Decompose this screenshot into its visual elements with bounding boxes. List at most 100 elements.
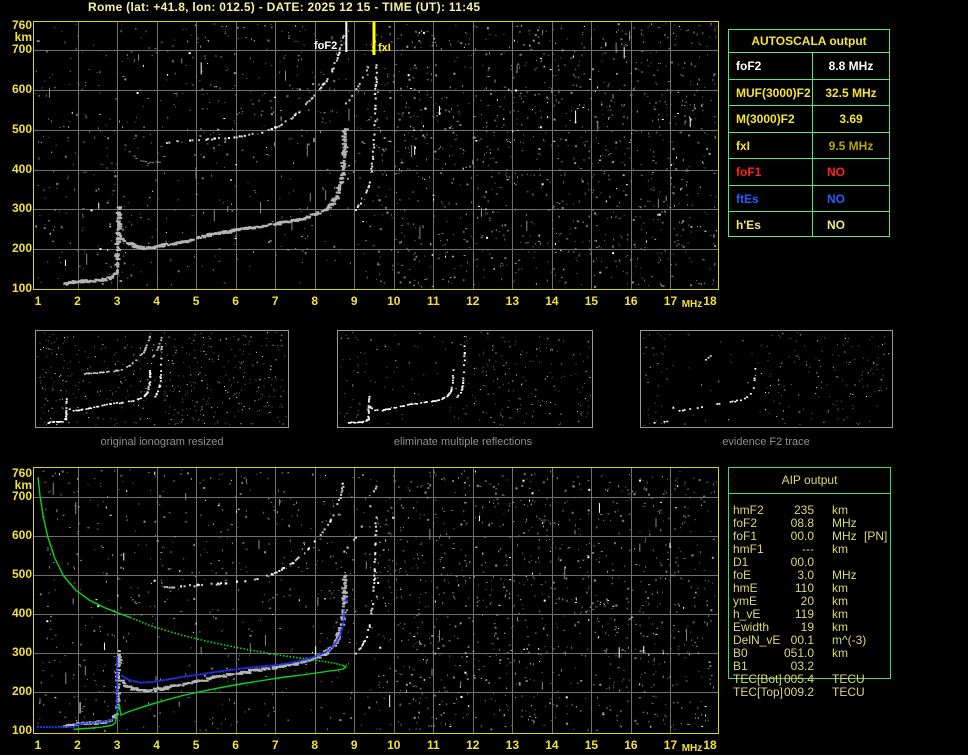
aip-row-hmF2: hmF2 235 km <box>728 503 898 517</box>
parameter-value: 005.4 <box>783 672 814 686</box>
thumbnail-multiples-removed <box>337 330 593 428</box>
height-axis-unit: km <box>14 30 32 44</box>
parameter-label: h'Es <box>736 218 761 233</box>
parameter-value: 00.0 <box>790 529 814 543</box>
freq-tick-10: 10 <box>387 738 401 752</box>
aip-row-Ewidth: Ewidth 19 km <box>728 620 898 634</box>
freq-tick-8: 8 <box>311 738 319 752</box>
parameter-label: foE <box>733 568 752 582</box>
parameter-value: NO <box>827 165 845 180</box>
height-tick-600: 600 <box>11 528 32 543</box>
freq-tick-9: 9 <box>350 294 358 308</box>
autoscala-row-MUF(3000)F2: MUF(3000)F2 32.5 MHz <box>729 79 889 106</box>
freq-tick-13: 13 <box>505 294 520 308</box>
aip-table-title: AIP output <box>781 473 838 487</box>
freq-tick-12: 12 <box>466 738 480 752</box>
table-column-divider <box>812 52 813 236</box>
parameter-value: --- <box>802 542 814 556</box>
parameter-value: 119 <box>794 607 814 621</box>
parameter-value: 19 <box>800 620 814 634</box>
autoscala-table-title: AUTOSCALA output <box>729 30 889 53</box>
parameter-unit: MHz <box>832 529 857 543</box>
autoscala-app-window: Rome (lat: +41.8, lon: 012.5) - DATE: 20… <box>0 0 968 755</box>
aip-row-h_vE: h_vE 119 km <box>728 607 898 621</box>
parameter-unit: km <box>832 646 848 660</box>
freq-tick-14: 14 <box>545 294 559 308</box>
freq-axis-unit: MHz <box>681 743 703 754</box>
parameter-unit: m^(-3) <box>832 633 867 647</box>
parameter-label: D1 <box>733 555 749 569</box>
aip-row-foF1: foF1 00.0 MHz [PN] <box>728 529 898 543</box>
parameter-label: hmF2 <box>733 503 764 517</box>
height-tick-600: 600 <box>11 81 32 96</box>
autoscala-row-M(3000)F2: M(3000)F2 3.69 <box>729 105 889 132</box>
freq-tick-4: 4 <box>153 738 160 752</box>
parameter-value: 9.5 MHz <box>828 138 874 153</box>
freq-tick-9: 9 <box>350 738 358 752</box>
freq-tick-5: 5 <box>192 738 200 752</box>
parameter-unit: km <box>832 503 848 517</box>
parameter-value: 20 <box>800 594 814 608</box>
aip-row-ymE: ymE 20 km <box>728 594 898 608</box>
ionogram-plot-bottom-with-profile <box>33 466 719 736</box>
parameter-unit: TECU <box>832 672 865 686</box>
parameter-value: 051.0 <box>783 646 814 660</box>
parameter-unit: MHz <box>832 516 857 530</box>
aip-row-DelN_vE: DelN_vE 00.1 m^(-3) <box>728 633 898 647</box>
freq-tick-3: 3 <box>113 738 121 752</box>
height-tick-300: 300 <box>11 645 32 660</box>
aip-row-hmF1: hmF1 --- km <box>728 542 898 556</box>
ionogram-plot-top <box>33 21 719 291</box>
height-tick-500: 500 <box>11 121 32 136</box>
autoscala-row-foF2: foF2 8.8 MHz <box>729 52 889 79</box>
parameter-unit: km <box>832 620 848 634</box>
aip-row-hmE: hmE 110 km <box>728 581 898 595</box>
aip-row-B1: B1 03.2 <box>728 659 898 673</box>
parameter-label: fxI <box>736 138 751 153</box>
aip-row-D1: D1 00.0 <box>728 555 898 569</box>
freq-tick-10: 10 <box>387 294 401 308</box>
freq-tick-16: 16 <box>624 738 638 752</box>
autoscala-row-ftEs: ftEs NO <box>729 185 889 212</box>
freq-tick-8: 8 <box>311 294 319 308</box>
freq-tick-7: 7 <box>271 738 279 752</box>
aip-row-foF2: foF2 08.8 MHz <box>728 516 898 530</box>
parameter-label: h_vE <box>733 607 761 621</box>
freq-tick-4: 4 <box>153 294 160 308</box>
aip-header-divider <box>729 493 890 494</box>
height-tick-200: 200 <box>11 241 32 256</box>
freq-tick-15: 15 <box>584 738 599 752</box>
aip-row-TEC[Bot]: TEC[Bot] 005.4 TECU <box>728 672 898 686</box>
parameter-value: NO <box>827 191 845 206</box>
thumbnail-caption: eliminate multiple reflections <box>393 436 533 448</box>
aip-row-B0: B0 051.0 km <box>728 646 898 660</box>
thumbnail-original-ionogram <box>35 330 289 428</box>
height-tick-400: 400 <box>11 606 32 621</box>
freq-tick-1: 1 <box>34 738 42 752</box>
freq-tick-2: 2 <box>74 738 81 752</box>
parameter-value: 235 <box>793 503 814 517</box>
thumbnail-f2-trace-evidence <box>640 330 893 428</box>
fxI-marker-label: fxI <box>378 42 391 54</box>
freq-tick-2: 2 <box>74 294 81 308</box>
height-tick-500: 500 <box>11 567 32 582</box>
parameter-label: ftEs <box>736 191 759 206</box>
parameter-label: foF2 <box>733 516 758 530</box>
freq-tick-3: 3 <box>113 294 121 308</box>
parameter-value: 3.69 <box>839 112 863 127</box>
autoscala-output-table: AUTOSCALA output foF2 8.8 MHz MUF(3000)F2 3… <box>728 29 890 237</box>
parameter-unit: TECU <box>832 685 865 699</box>
parameter-label: foF1 <box>733 529 758 543</box>
freq-tick-14: 14 <box>545 738 559 752</box>
parameter-value: 32.5 MHz <box>825 85 877 100</box>
height-tick-700: 700 <box>11 42 32 56</box>
parameter-label: B0 <box>733 646 748 660</box>
parameter-value: 00.0 <box>790 555 814 569</box>
parameter-label: M(3000)F2 <box>736 112 795 127</box>
parameter-value: 03.2 <box>790 659 814 673</box>
parameter-label: hmF1 <box>733 542 764 556</box>
parameter-label: Ewidth <box>733 620 770 634</box>
freq-tick-12: 12 <box>466 294 480 308</box>
parameter-unit: km <box>832 542 848 556</box>
parameter-label: ymE <box>733 594 757 608</box>
